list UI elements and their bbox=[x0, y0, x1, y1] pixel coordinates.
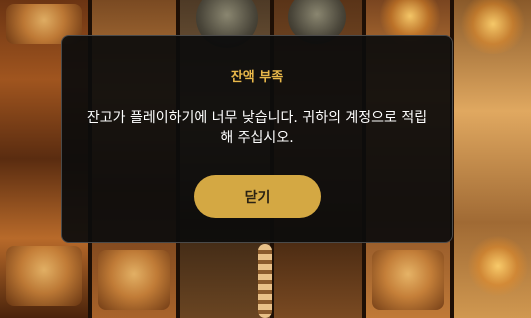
dialog-title: 잔액 부족 bbox=[230, 70, 284, 85]
symbol-tile bbox=[6, 246, 82, 306]
insufficient-balance-dialog: 잔액 부족 잔고가 플레이하기에 너무 낮습니다. 귀하의 계정으로 적립해 주… bbox=[61, 35, 453, 243]
spine-symbol bbox=[258, 244, 272, 318]
dialog-message: 잔고가 플레이하기에 너무 낮습니다. 귀하의 계정으로 적립해 주십시오. bbox=[86, 110, 428, 146]
close-button[interactable]: 닫기 bbox=[194, 175, 321, 218]
glowing-symbol bbox=[468, 236, 528, 296]
symbol-tile bbox=[372, 250, 444, 310]
symbol-tile bbox=[98, 250, 170, 310]
